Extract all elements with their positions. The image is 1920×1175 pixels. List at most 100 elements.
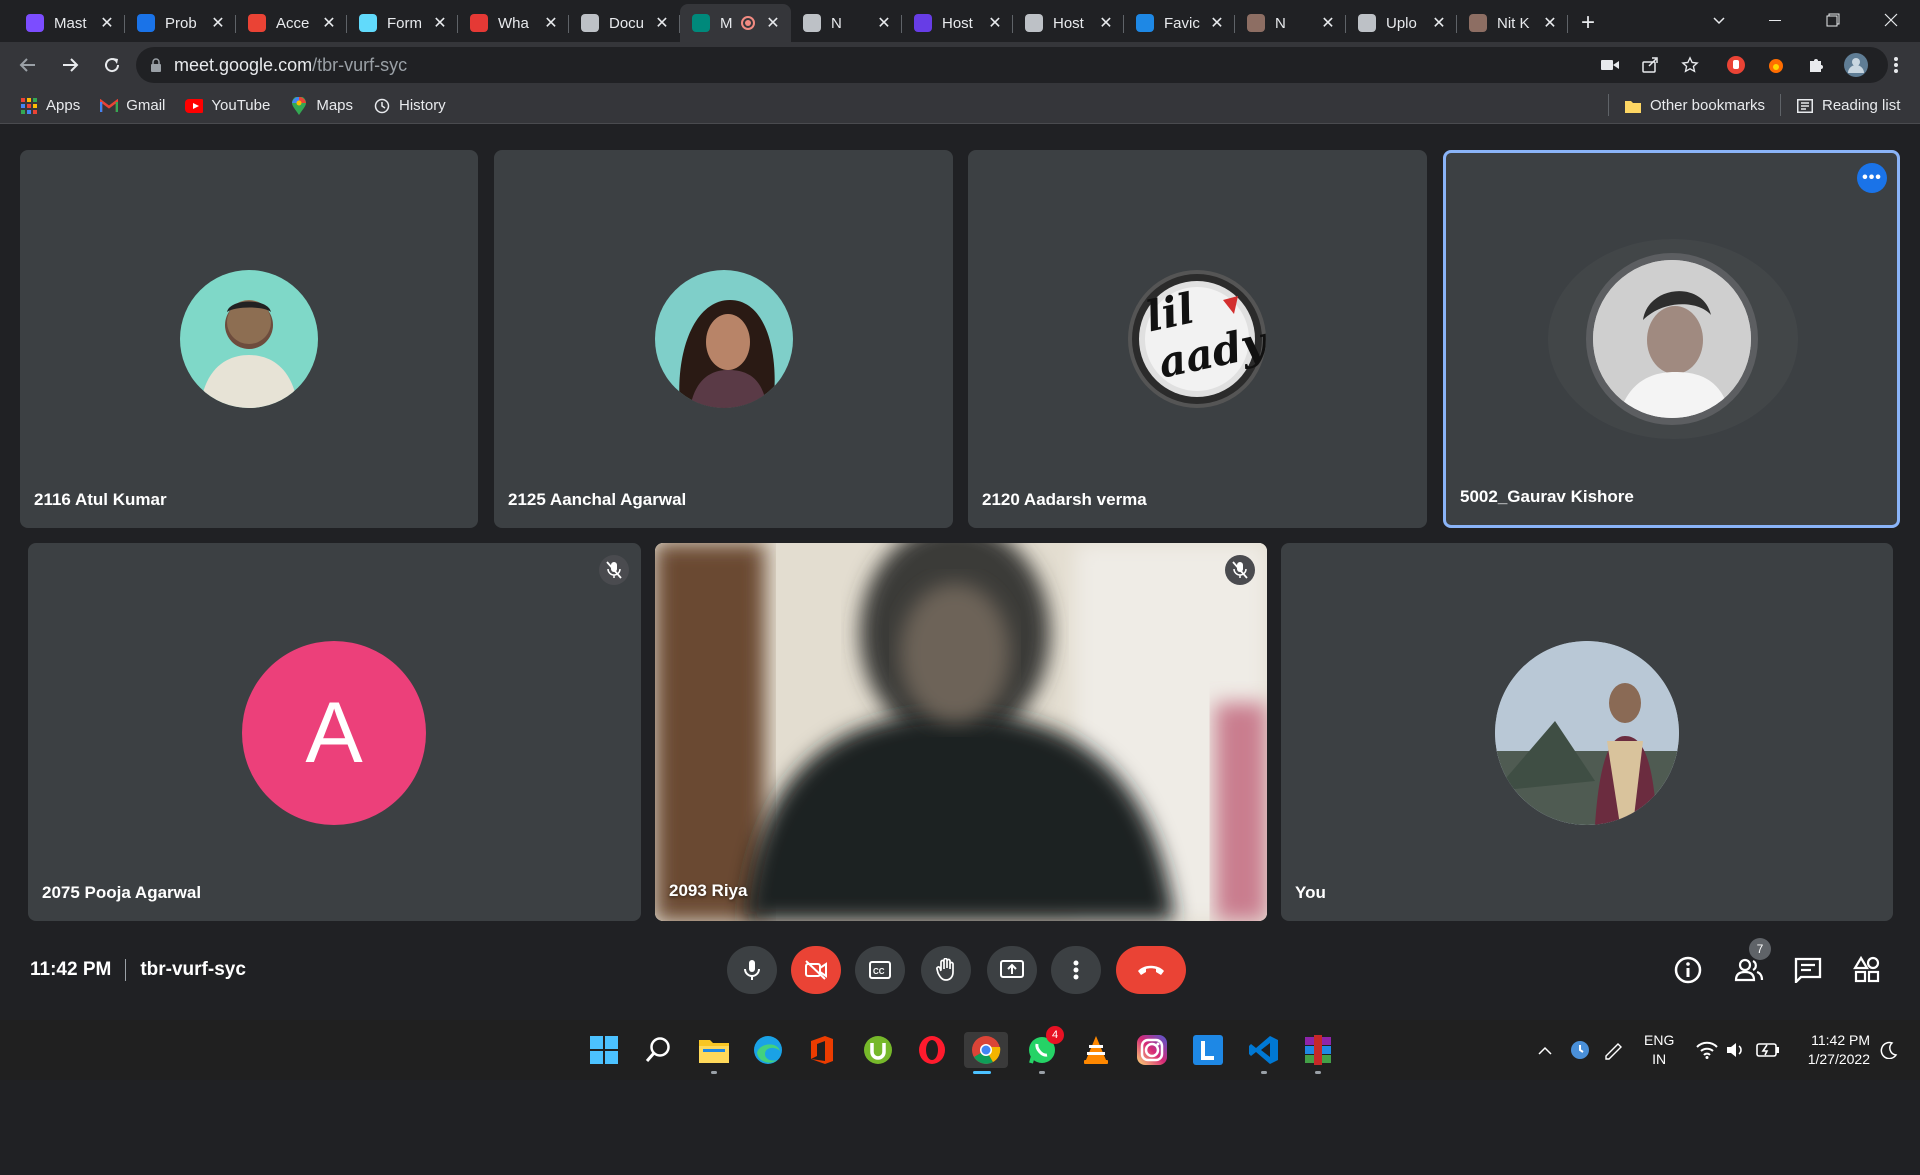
input-language-indicator[interactable]: ENG IN: [1644, 1031, 1674, 1069]
chrome-icon[interactable]: [964, 1032, 1008, 1074]
tray-app-icon[interactable]: [1570, 1020, 1590, 1080]
meeting-details-button[interactable]: [1668, 950, 1708, 990]
browser-tab[interactable]: Host ✕: [902, 4, 1013, 42]
browser-tab[interactable]: Nit K ✕: [1457, 4, 1568, 42]
close-tab-icon[interactable]: ✕: [321, 13, 337, 33]
browser-tab[interactable]: Acce ✕: [236, 4, 347, 42]
focus-assist-moon-icon[interactable]: [1880, 1020, 1898, 1080]
bookmark-maps[interactable]: Maps: [280, 90, 363, 122]
chrome-menu-icon[interactable]: [1876, 45, 1916, 85]
participant-tile[interactable]: ••• 5002_Gaurav Kishore: [1443, 150, 1900, 528]
extensions-puzzle-icon[interactable]: [1796, 45, 1836, 85]
globe-icon: [581, 14, 599, 32]
file-explorer-icon[interactable]: [696, 1032, 732, 1074]
browser-tab[interactable]: Host ✕: [1013, 4, 1124, 42]
browser-tab[interactable]: N ✕: [791, 4, 902, 42]
browser-tab[interactable]: Mast ✕: [14, 4, 125, 42]
forward-icon[interactable]: [50, 45, 90, 85]
browser-tab[interactable]: Form ✕: [347, 4, 458, 42]
battery-icon[interactable]: [1756, 1020, 1780, 1080]
other-bookmarks[interactable]: Other bookmarks: [1614, 90, 1775, 122]
more-options-button[interactable]: [1051, 946, 1101, 994]
lock-icon: [150, 58, 162, 72]
raise-hand-button[interactable]: [921, 946, 971, 994]
people-button[interactable]: 7: [1729, 938, 1771, 990]
close-tab-icon[interactable]: ✕: [99, 13, 115, 33]
close-tab-icon[interactable]: ✕: [1542, 13, 1558, 33]
l-app-icon[interactable]: [1190, 1032, 1226, 1068]
camera-permission-icon[interactable]: [1590, 45, 1630, 85]
minimize-icon[interactable]: [1746, 0, 1804, 40]
share-icon[interactable]: [1630, 45, 1670, 85]
camera-off-button[interactable]: [791, 946, 841, 994]
system-clock[interactable]: 11:42 PM 1/27/2022: [1808, 1031, 1870, 1069]
pen-input-icon[interactable]: [1602, 1020, 1624, 1080]
browser-tab[interactable]: Docu ✕: [569, 4, 680, 42]
close-tab-icon[interactable]: ✕: [1209, 13, 1225, 33]
back-icon[interactable]: [8, 45, 48, 85]
browser-tab[interactable]: Favic ✕: [1124, 4, 1235, 42]
present-now-button[interactable]: [987, 946, 1037, 994]
tab-title: Docu: [609, 14, 645, 32]
new-tab-button[interactable]: +: [1568, 4, 1608, 42]
close-tab-icon[interactable]: ✕: [543, 13, 559, 33]
captions-button[interactable]: CC: [855, 946, 905, 994]
vscode-icon[interactable]: [1246, 1032, 1282, 1074]
browser-tab[interactable]: Prob ✕: [125, 4, 236, 42]
vlc-icon[interactable]: [1078, 1032, 1114, 1068]
bookmark-apps[interactable]: Apps: [10, 90, 90, 122]
close-tab-icon[interactable]: ✕: [1320, 13, 1336, 33]
edge-icon[interactable]: [750, 1032, 786, 1068]
participant-tile[interactable]: 2116 Atul Kumar: [20, 150, 478, 528]
wifi-icon[interactable]: [1696, 1020, 1718, 1080]
youtube-icon: [185, 97, 204, 115]
participant-name: 5002_Gaurav Kishore: [1460, 487, 1634, 506]
microphone-button[interactable]: [727, 946, 777, 994]
browser-tab[interactable]: Uplo ✕: [1346, 4, 1457, 42]
chat-button[interactable]: [1788, 950, 1828, 990]
extension-hand-icon[interactable]: [1716, 45, 1756, 85]
profile-avatar[interactable]: [1836, 45, 1876, 85]
bookmark-gmail[interactable]: Gmail: [90, 90, 175, 122]
close-tab-icon[interactable]: ✕: [432, 13, 448, 33]
extension-flame-icon[interactable]: [1756, 45, 1796, 85]
bookmark-youtube[interactable]: YouTube: [175, 90, 280, 122]
close-tab-icon[interactable]: ✕: [1431, 13, 1447, 33]
bookmark-star-icon[interactable]: [1670, 45, 1710, 85]
bookmark-history[interactable]: History: [363, 90, 456, 122]
close-tab-icon[interactable]: ✕: [210, 13, 226, 33]
meeting-info-divider: [125, 959, 127, 981]
opera-icon[interactable]: [914, 1032, 950, 1068]
tab-title: Favic: [1164, 14, 1200, 32]
reload-icon[interactable]: [92, 45, 132, 85]
search-icon[interactable]: [640, 1032, 676, 1068]
winrar-icon[interactable]: [1300, 1032, 1336, 1074]
office-icon[interactable]: [804, 1032, 840, 1068]
volume-icon[interactable]: [1726, 1020, 1746, 1080]
self-tile[interactable]: You: [1281, 543, 1893, 921]
close-tab-icon[interactable]: ✕: [765, 13, 781, 33]
reading-list[interactable]: Reading list: [1786, 90, 1910, 122]
tile-more-options-icon[interactable]: •••: [1857, 163, 1887, 193]
browser-tab[interactable]: M ✕: [680, 4, 791, 42]
tab-search-icon[interactable]: [1690, 0, 1748, 40]
close-tab-icon[interactable]: ✕: [876, 13, 892, 33]
close-tab-icon[interactable]: ✕: [987, 13, 1003, 33]
windows-start-icon[interactable]: [586, 1032, 622, 1068]
instagram-icon[interactable]: [1134, 1032, 1170, 1068]
close-window-icon[interactable]: [1862, 0, 1920, 40]
utorrent-icon[interactable]: [860, 1032, 896, 1068]
participant-video-tile[interactable]: 2093 Riya: [655, 543, 1267, 921]
activities-button[interactable]: [1847, 950, 1887, 990]
show-hidden-icons[interactable]: [1538, 1020, 1552, 1080]
participant-tile[interactable]: 2125 Aanchal Agarwal: [494, 150, 953, 528]
browser-tab[interactable]: Wha ✕: [458, 4, 569, 42]
close-tab-icon[interactable]: ✕: [654, 13, 670, 33]
browser-tab[interactable]: N ✕: [1235, 4, 1346, 42]
restore-icon[interactable]: [1804, 0, 1862, 40]
whatsapp-icon[interactable]: 4: [1024, 1026, 1064, 1074]
participant-tile[interactable]: A 2075 Pooja Agarwal: [28, 543, 641, 921]
participant-tile[interactable]: lil aady 2120 Aadarsh verma: [968, 150, 1427, 528]
leave-call-button[interactable]: [1116, 946, 1186, 994]
close-tab-icon[interactable]: ✕: [1098, 13, 1114, 33]
